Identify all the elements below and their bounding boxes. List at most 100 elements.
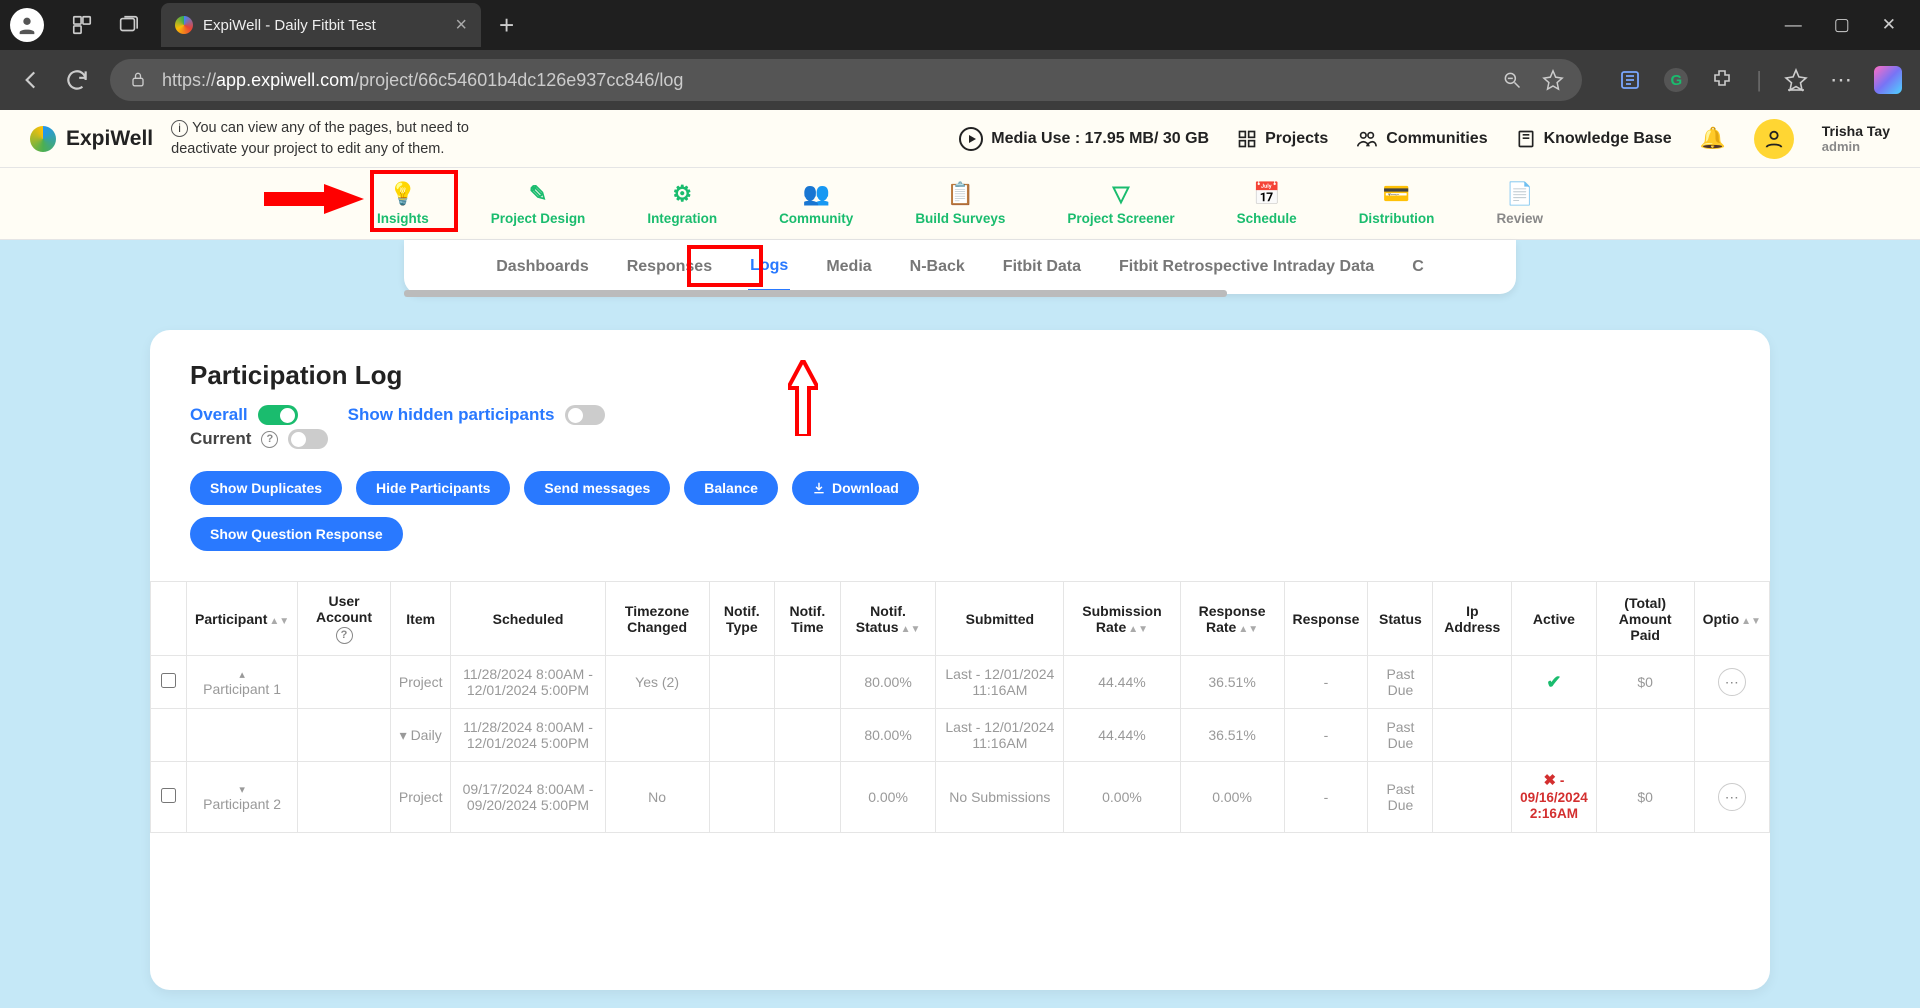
table-header[interactable]: Status [1368,582,1433,656]
show-hidden-label: Show hidden participants [348,405,605,425]
profile-avatar-icon[interactable] [10,8,44,42]
table-header[interactable] [151,582,187,656]
show-question-response-button[interactable]: Show Question Response [190,517,403,551]
participant-cell[interactable]: ▾Participant 2 [187,762,298,833]
overall-toggle-label: Overall [190,405,298,425]
tab-build-surveys[interactable]: 📋Build Surveys [915,181,1005,226]
close-icon[interactable]: ✕ [1882,15,1896,35]
table-cell: No Submissions [936,762,1064,833]
tab-integration[interactable]: ⚙Integration [647,181,717,226]
table-cell [1433,762,1512,833]
tab-overview-icon[interactable] [117,14,139,36]
item-cell[interactable]: Project [390,656,451,709]
tab-distribution[interactable]: 💳Distribution [1359,181,1435,226]
projects-link[interactable]: Projects [1237,129,1328,149]
tab-close-icon[interactable]: × [455,14,467,37]
row-options-icon[interactable]: ⋯ [1718,783,1746,811]
favorites-bar-icon[interactable] [1784,68,1808,92]
balance-button[interactable]: Balance [684,471,778,505]
subtab-media[interactable]: Media [824,244,873,290]
minimize-icon[interactable]: — [1785,15,1802,35]
table-header[interactable]: Timezone Changed [605,582,709,656]
table-header[interactable]: Active [1512,582,1597,656]
extensions-icon[interactable] [1710,68,1734,92]
row-checkbox[interactable] [161,673,176,688]
media-use-link[interactable]: Media Use : 17.95 MB/ 30 GB [959,127,1209,151]
sub-tabs-scrollbar[interactable] [404,290,1227,297]
user-avatar[interactable] [1754,119,1794,159]
row-options-icon[interactable]: ⋯ [1718,668,1746,696]
tab-title: ExpiWell - Daily Fitbit Test [203,17,445,34]
table-cell: $0 [1596,656,1694,709]
subtab-fitbit-data[interactable]: Fitbit Data [1001,244,1083,290]
table-cell: 09/17/2024 8:00AM - 09/20/2024 5:00PM [451,762,605,833]
logo[interactable]: ExpiWell [30,126,153,152]
participant-cell[interactable]: ▴Participant 1 [187,656,298,709]
overall-toggle[interactable] [258,405,298,425]
table-header[interactable]: (Total) Amount Paid [1596,582,1694,656]
new-tab-button[interactable]: + [499,10,514,41]
options-cell [1694,709,1769,762]
item-cell[interactable]: Project [390,762,451,833]
browser-tab[interactable]: ExpiWell - Daily Fitbit Test × [161,3,481,47]
favorite-icon[interactable] [1542,69,1564,91]
table-cell: 36.51% [1180,656,1284,709]
table-header[interactable]: Item [390,582,451,656]
show-hidden-toggle[interactable] [565,405,605,425]
tab-project-screener[interactable]: ▽Project Screener [1067,181,1174,226]
table-header[interactable]: User Account ? [298,582,391,656]
window-controls: — ▢ ✕ [1785,15,1910,35]
tab-review[interactable]: 📄Review [1496,181,1543,226]
table-header[interactable]: Notif. Time [775,582,841,656]
table-header[interactable]: Submitted [936,582,1064,656]
table-cell: 36.51% [1180,709,1284,762]
copilot-icon[interactable] [1874,66,1902,94]
table-cell: 11/28/2024 8:00AM - 12/01/2024 5:00PM [451,656,605,709]
tab-community[interactable]: 👥Community [779,181,853,226]
subtab-more[interactable]: C [1410,244,1426,290]
tab-schedule[interactable]: 📅Schedule [1237,181,1297,226]
table-header[interactable]: Response [1284,582,1368,656]
help-icon[interactable]: ? [336,627,353,644]
table-header[interactable]: Participant▲▼ [187,582,298,656]
subtab-nback[interactable]: N-Back [908,244,967,290]
help-icon[interactable]: ? [261,431,278,448]
address-bar[interactable]: https://app.expiwell.com/project/66c5460… [110,59,1582,101]
table-header[interactable]: Optio▲▼ [1694,582,1769,656]
table-cell: No [605,762,709,833]
reader-icon[interactable] [1618,68,1642,92]
maximize-icon[interactable]: ▢ [1834,15,1850,35]
bell-icon[interactable]: 🔔 [1700,127,1726,151]
grammarly-icon[interactable]: G [1664,68,1688,92]
current-toggle[interactable] [288,429,328,449]
refresh-icon[interactable] [64,67,90,93]
back-icon[interactable] [18,67,44,93]
table-cell: Yes (2) [605,656,709,709]
subtab-dashboards[interactable]: Dashboards [494,244,590,290]
knowledge-base-link[interactable]: Knowledge Base [1516,129,1672,149]
participation-table-wrap[interactable]: Participant▲▼User Account ?ItemScheduled… [150,581,1770,833]
communities-link[interactable]: Communities [1356,128,1487,150]
active-cell: ✖ -09/16/20242:16AM [1512,762,1597,833]
subtab-fitbit-retro[interactable]: Fitbit Retrospective Intraday Data [1117,244,1376,290]
site-info-icon[interactable] [128,70,148,90]
workspaces-icon[interactable] [71,14,93,36]
download-button[interactable]: Download [792,471,919,505]
more-icon[interactable]: ⋯ [1830,67,1852,93]
send-messages-button[interactable]: Send messages [524,471,670,505]
book-icon [1516,129,1536,149]
table-header[interactable]: Scheduled [451,582,605,656]
table-header[interactable]: Ip Address [1433,582,1512,656]
table-header[interactable]: Notif. Type [709,582,774,656]
row-checkbox[interactable] [161,788,176,803]
table-header[interactable]: Notif. Status▲▼ [840,582,936,656]
item-cell[interactable]: ▾ Daily [390,709,451,762]
annotation-arrow-up-icon [788,360,818,441]
table-header[interactable]: Response Rate▲▼ [1180,582,1284,656]
show-duplicates-button[interactable]: Show Duplicates [190,471,342,505]
zoom-icon[interactable] [1502,70,1522,90]
hide-participants-button[interactable]: Hide Participants [356,471,510,505]
table-header[interactable]: Submission Rate▲▼ [1064,582,1180,656]
tab-project-design[interactable]: ✎Project Design [491,181,586,226]
participant-cell[interactable] [187,709,298,762]
